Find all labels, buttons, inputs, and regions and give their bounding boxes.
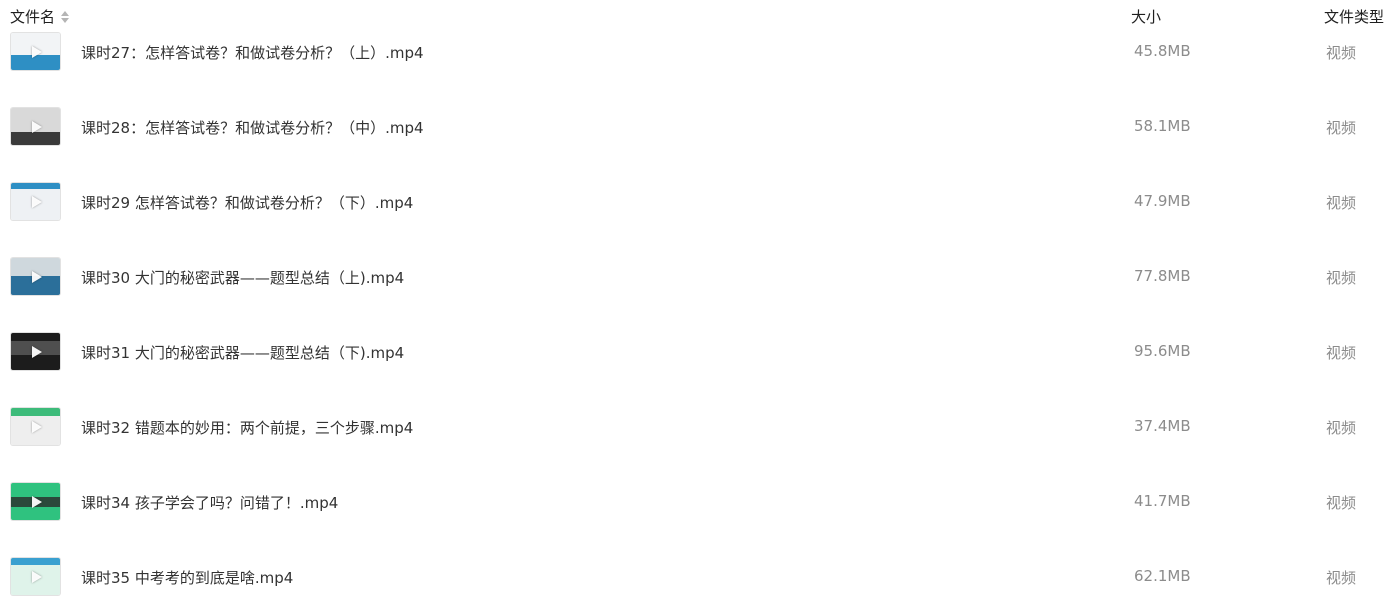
file-type: 视频 [1326,119,1357,137]
file-row[interactable]: 课时30 大门的秘密武器——题型总结（上).mp4 77.8MB 视频 [0,240,1400,315]
play-icon [31,570,42,583]
play-icon [31,345,42,358]
video-thumbnail[interactable] [11,108,60,145]
file-size: 41.7MB [1134,492,1191,510]
video-thumbnail[interactable] [11,483,60,520]
file-type: 视频 [1326,269,1357,287]
video-thumbnail[interactable] [11,333,60,370]
file-row[interactable]: 课时31 大门的秘密武器——题型总结（下).mp4 95.6MB 视频 [0,315,1400,390]
file-name[interactable]: 课时31 大门的秘密武器——题型总结（下).mp4 [81,342,404,363]
video-thumbnail[interactable] [11,558,60,595]
file-name[interactable]: 课时30 大门的秘密武器——题型总结（上).mp4 [81,267,404,288]
file-type: 视频 [1326,44,1357,62]
file-name[interactable]: 课时29 怎样答试卷？和做试卷分析？（下）.mp4 [81,192,413,213]
file-type: 视频 [1326,569,1357,587]
file-size: 77.8MB [1134,267,1191,285]
video-thumbnail[interactable] [11,258,60,295]
file-name[interactable]: 课时34 孩子学会了吗？问错了！.mp4 [81,492,338,513]
play-icon [31,195,42,208]
play-icon [31,45,42,58]
file-rows: 课时27：怎样答试卷？和做试卷分析？（上）.mp4 45.8MB 视频 课时28… [0,15,1400,611]
file-row[interactable]: 课时34 孩子学会了吗？问错了！.mp4 41.7MB 视频 [0,465,1400,540]
file-name[interactable]: 课时32 错题本的妙用：两个前提，三个步骤.mp4 [81,417,413,438]
file-type: 视频 [1326,344,1357,362]
file-size: 58.1MB [1134,117,1191,135]
play-icon [31,420,42,433]
play-icon [31,270,42,283]
video-thumbnail[interactable] [11,183,60,220]
file-size: 95.6MB [1134,342,1191,360]
file-type: 视频 [1326,419,1357,437]
video-thumbnail[interactable] [11,408,60,445]
file-row[interactable]: 课时28：怎样答试卷？和做试卷分析？（中）.mp4 58.1MB 视频 [0,90,1400,165]
file-size: 37.4MB [1134,417,1191,435]
file-size: 62.1MB [1134,567,1191,585]
file-row[interactable]: 课时35 中考考的到底是啥.mp4 62.1MB 视频 [0,540,1400,611]
file-name[interactable]: 课时28：怎样答试卷？和做试卷分析？（中）.mp4 [81,117,424,138]
file-name[interactable]: 课时27：怎样答试卷？和做试卷分析？（上）.mp4 [81,42,424,63]
file-row[interactable]: 课时29 怎样答试卷？和做试卷分析？（下）.mp4 47.9MB 视频 [0,165,1400,240]
play-icon [31,495,42,508]
file-row[interactable]: 课时27：怎样答试卷？和做试卷分析？（上）.mp4 45.8MB 视频 [0,15,1400,90]
play-icon [31,120,42,133]
file-list-page: 文件名 大小 文件类型 课时27：怎样答试卷？和做试卷分析？（上）.mp4 45… [0,0,1400,611]
video-thumbnail[interactable] [11,33,60,70]
file-name[interactable]: 课时35 中考考的到底是啥.mp4 [81,567,293,588]
file-type: 视频 [1326,494,1357,512]
file-row[interactable]: 课时32 错题本的妙用：两个前提，三个步骤.mp4 37.4MB 视频 [0,390,1400,465]
file-size: 47.9MB [1134,192,1191,210]
file-size: 45.8MB [1134,42,1191,60]
file-type: 视频 [1326,194,1357,212]
